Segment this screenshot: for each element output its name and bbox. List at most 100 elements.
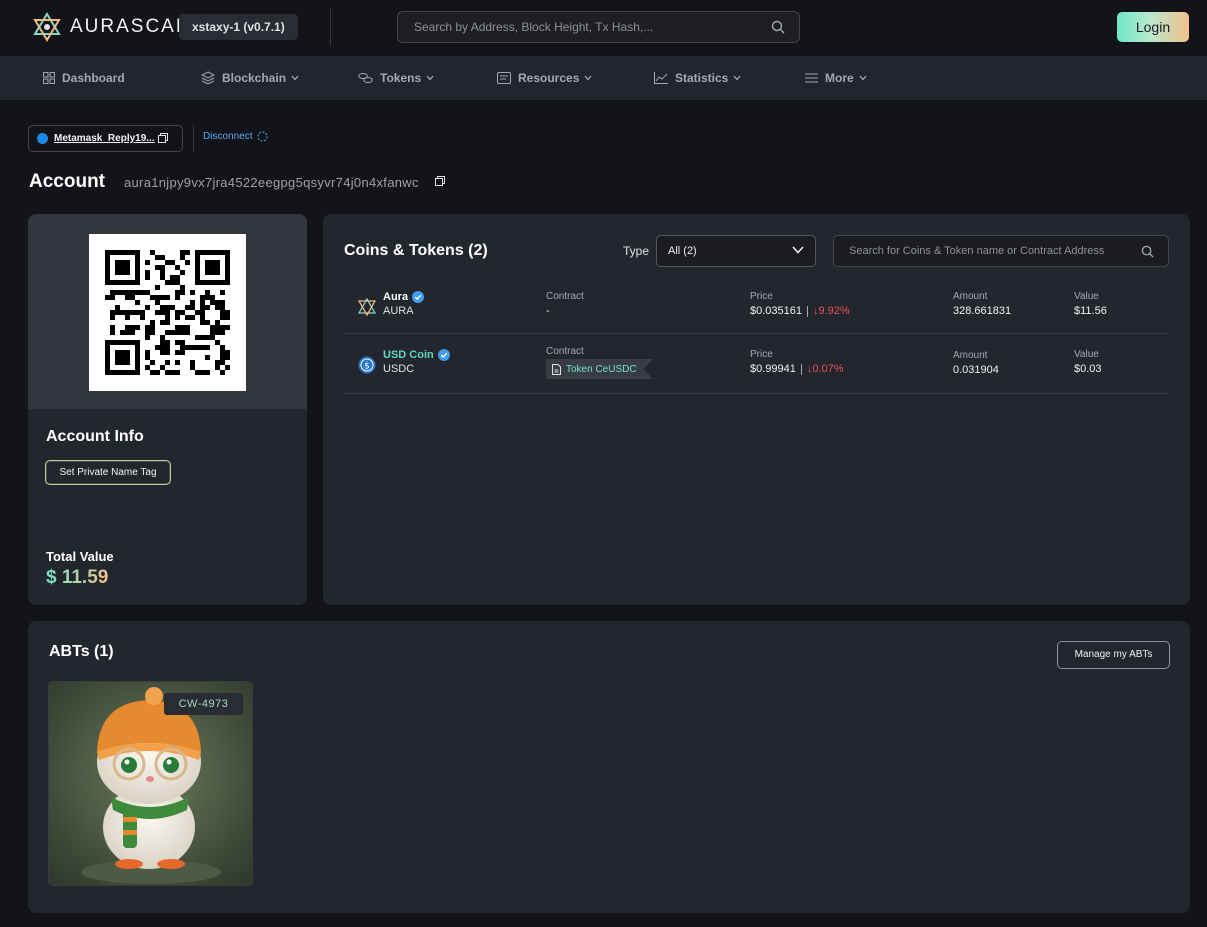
contract-label: Contract: [546, 346, 584, 357]
nav-label: Resources: [518, 71, 580, 85]
contract-value: -: [546, 305, 550, 317]
login-button[interactable]: Login: [1117, 12, 1189, 42]
wallet-name[interactable]: Metamask_Reply19...: [54, 133, 155, 144]
global-search-input[interactable]: [398, 12, 758, 42]
type-select-value: All (2): [668, 245, 697, 257]
value-label: Value: [1074, 291, 1099, 302]
token-symbol: USDC: [383, 363, 415, 375]
page-title: Account: [29, 171, 105, 192]
coins-icon: [358, 73, 373, 83]
token-name-label: USD Coin: [383, 349, 434, 361]
chevron-down-icon: [584, 75, 592, 81]
search-icon[interactable]: [1141, 245, 1154, 258]
price-cell: Price $0.035161 ↓9.92%: [750, 291, 850, 317]
token-name[interactable]: Aura: [383, 291, 425, 303]
price-separator: [807, 305, 808, 317]
contract-cell: Contract -: [546, 291, 584, 317]
chart-icon: [654, 72, 668, 84]
price-value: $0.99941: [750, 363, 796, 375]
account-info-title: Account Info: [46, 428, 144, 445]
layers-icon: [201, 71, 215, 85]
aurascan-logo-icon: [33, 12, 61, 42]
address-qr-code: [89, 234, 246, 391]
header: AURASCAN xstaxy-1 (v0.7.1) Login: [0, 0, 1207, 56]
nav-item-more[interactable]: More: [805, 56, 867, 100]
nav-label: Dashboard: [62, 71, 125, 85]
verified-icon: [412, 291, 425, 303]
nav-item-tokens[interactable]: Tokens: [358, 56, 434, 100]
disconnect-link[interactable]: Disconnect: [203, 131, 268, 142]
price-separator: [800, 363, 802, 375]
resources-icon: [497, 72, 511, 84]
chevron-down-icon: [291, 75, 299, 81]
chevron-down-icon: [426, 75, 434, 81]
document-icon: [552, 363, 561, 375]
token-cell: Aura AURA: [358, 291, 425, 317]
coin-search: [833, 235, 1169, 267]
price-value-group: $0.035161 ↓9.92%: [750, 305, 850, 317]
chain-badge: xstaxy-1 (v0.7.1): [179, 14, 298, 40]
wallet-chip[interactable]: Metamask_Reply19...: [28, 125, 183, 152]
contract-tag[interactable]: Token CeUSDC: [546, 359, 653, 379]
nav-item-dashboard[interactable]: Dashboard: [43, 56, 125, 100]
wallet-status-dot: [37, 133, 48, 144]
svg-text:$: $: [364, 362, 370, 372]
disconnect-icon: [257, 131, 268, 142]
qr-area: [28, 214, 307, 409]
coins-tokens-card: Coins & Tokens (2) Type All (2) Aura AUR…: [323, 214, 1190, 605]
search-icon[interactable]: [771, 20, 785, 34]
manage-abts-button[interactable]: Manage my ABTs: [1057, 641, 1170, 669]
account-address: aura1njpy9vx7jra4522eegpg5qsyvr74j0n4xfa…: [124, 175, 419, 190]
coin-search-input[interactable]: [834, 236, 1134, 266]
nav-label: More: [825, 71, 854, 85]
nav-label: Statistics: [675, 71, 729, 85]
verified-icon: [437, 349, 450, 361]
copy-icon[interactable]: [435, 176, 445, 186]
price-cell: Price $0.99941 ↓0.07%: [750, 349, 844, 375]
disconnect-label: Disconnect: [203, 131, 253, 142]
menu-icon: [805, 73, 818, 83]
token-cell: $ USD Coin USDC: [358, 349, 450, 375]
value-label: Value: [1074, 349, 1099, 360]
total-value: $ 11.59: [46, 567, 109, 588]
contract-tag-label: Token CeUSDC: [566, 363, 637, 375]
global-search: [397, 11, 800, 43]
nav-item-statistics[interactable]: Statistics: [654, 56, 741, 100]
set-private-name-tag-button[interactable]: Set Private Name Tag: [45, 460, 171, 485]
value-cell: Value $11.56: [1074, 291, 1107, 317]
amount-value: 0.031904: [953, 364, 999, 376]
price-label: Price: [750, 349, 773, 360]
price-value-group: $0.99941 ↓0.07%: [750, 363, 844, 375]
nav-label: Tokens: [380, 71, 422, 85]
copy-icon[interactable]: [158, 133, 168, 143]
dashboard-icon: [43, 72, 55, 84]
type-select[interactable]: All (2): [656, 235, 816, 267]
abts-title: ABTs (1): [49, 643, 114, 660]
logo[interactable]: AURASCAN: [32, 12, 192, 42]
amount-cell: Amount 328.661831: [953, 291, 1011, 317]
price-change: ↓0.07%: [806, 363, 844, 375]
usdc-token-icon: $: [358, 356, 376, 374]
logo-text: AURASCAN: [70, 16, 192, 37]
token-name[interactable]: USD Coin: [383, 349, 450, 361]
main-nav: Dashboard Blockchain Tokens Resources St…: [0, 56, 1207, 100]
abt-badge: CW-4973: [164, 693, 243, 715]
aura-token-icon: [358, 298, 376, 316]
token-symbol: AURA: [383, 305, 414, 317]
type-label: Type: [623, 244, 650, 258]
amount-cell: Amount 0.031904: [953, 350, 999, 376]
contract-label: Contract: [546, 291, 584, 302]
value-value: $0.03: [1074, 363, 1102, 375]
chevron-down-icon: [792, 246, 804, 254]
nav-item-resources[interactable]: Resources: [497, 56, 592, 100]
amount-label: Amount: [953, 291, 988, 302]
wallet-divider: [193, 125, 194, 152]
nav-item-blockchain[interactable]: Blockchain: [201, 56, 299, 100]
chevron-down-icon: [733, 75, 741, 81]
abt-nft-card[interactable]: CW-4973: [48, 681, 253, 886]
value-value: $11.56: [1074, 305, 1107, 317]
amount-label: Amount: [953, 350, 988, 361]
value-cell: Value $0.03: [1074, 349, 1102, 375]
total-value-label: Total Value: [46, 549, 114, 564]
header-divider: [330, 8, 331, 46]
